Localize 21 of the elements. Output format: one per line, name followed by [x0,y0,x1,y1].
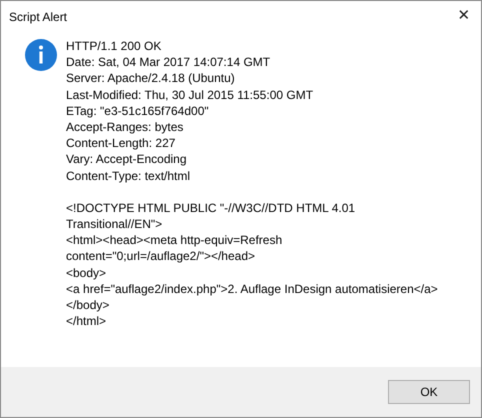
message-line: Accept-Ranges: bytes [66,119,184,136]
info-icon [25,39,57,71]
message-line: </body> [66,297,110,314]
message-line: HTTP/1.1 200 OK [66,38,162,54]
message-line: content="0;url=/auflage2/"></head> [66,248,256,265]
message-line: <html><head><meta http-equiv=Refresh [66,232,284,248]
close-button[interactable]: ✕ [449,2,479,32]
message-line: Server: Apache/2.4.18 (Ubuntu) [66,70,236,87]
window-title: Script Alert [8,8,68,26]
message-line: Transitional//EN"> [66,216,164,232]
message-line: Content-Type: text/html [66,168,192,184]
ok-button[interactable]: OK [388,380,470,404]
message-line: Last-Modified: Thu, 30 Jul 2015 11:55:00 GMT [66,86,314,103]
message-line: <body> [66,264,108,281]
message-line: <a href="auflage2/index.php">2. Auflage InDesign automatisieren</a> [66,280,438,298]
message-line: <!DOCTYPE HTML PUBLIC "-//W3C//DTD HTML 4.01 [66,200,356,216]
message-line: Date: Sat, 04 Mar 2017 14:07:14 GMT [66,54,272,70]
message-line: Content-Length: 227 [66,135,176,152]
message-line: ETag: "e3-51c165f764d00" [66,102,210,120]
message-line: Vary: Accept-Encoding [66,151,188,168]
message-line: </html> [66,313,108,330]
